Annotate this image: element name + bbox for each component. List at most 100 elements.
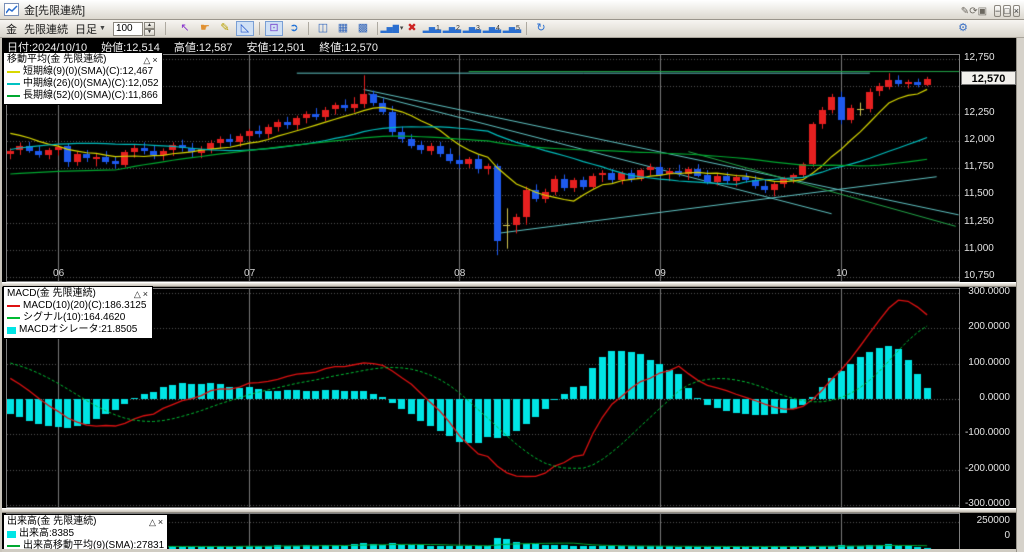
commodity-label[interactable]: 金 (6, 21, 17, 37)
price-axis-label: 12,750 (964, 52, 995, 63)
legend-item: 長期線(52)(0)(SMA)(C):11,866 (7, 90, 159, 102)
app-window: 金[先限連続] ✎⟳▣ − □ × 金 先限連続 日足 ▼ 100 ▲ ▼ ↖ ☛ ✎ ◺… (0, 0, 1024, 552)
icon-number-badge: 4 (496, 25, 500, 32)
legend-close-icon[interactable]: × (151, 54, 158, 66)
macd-legend-box[interactable]: MACD(金 先限連続) △ × MACD(10)(20)(C):186.3125 シグ… (3, 286, 153, 339)
x-axis-label: 07 (244, 268, 256, 279)
legend-title: MACD(金 先限連続) (7, 288, 96, 299)
macd-axis-label: 300.0000 (968, 286, 1010, 297)
pencil-tool-icon[interactable]: ✎ (216, 21, 234, 36)
x-axis-label: 08 (454, 268, 466, 279)
new-chart-window-icon[interactable]: ◫ (314, 21, 332, 36)
legend-item: 短期線(9)(0)(SMA)(C):12,467 (7, 66, 159, 78)
price-axis-label: 11,000 (964, 242, 994, 254)
macd-axis-label: 100.0000 (968, 356, 1010, 368)
legend-title: 出来高(金 先限連続) (7, 516, 97, 527)
remove-indicator-icon[interactable]: ✖ (403, 21, 421, 36)
toolbar-separator (376, 22, 378, 35)
crosshair-select-icon[interactable]: ⊡ (264, 21, 283, 36)
chart-area: 日付:2024/10/10 始値:12,514 高値:12,587 安値:12,501… (2, 38, 1016, 552)
legend-item: MACD(10)(20)(C):186.3125 (7, 300, 149, 312)
angle-tool-icon[interactable]: ◺ (235, 21, 254, 36)
spinner-steppers: ▲ ▼ (143, 21, 155, 36)
macd-axis-label: 200.0000 (968, 321, 1010, 333)
close-button[interactable]: × (1012, 4, 1020, 17)
settings-wrench-icon[interactable]: ⚙ (954, 21, 972, 36)
price-axis-label: 11,250 (964, 215, 994, 227)
indicator-preset-2-icon[interactable]: ▂▅▃ 2 (443, 21, 461, 36)
legend-collapse-icon[interactable]: △ (148, 516, 157, 528)
bar-count-input[interactable]: 100 (112, 21, 143, 36)
legend-collapse-icon[interactable]: △ (142, 54, 151, 66)
icon-number-badge: 2 (456, 25, 460, 32)
pane-splitter[interactable] (2, 282, 1016, 287)
legend-swatch (7, 95, 20, 97)
toolbar-right-group: ⚙ (954, 21, 972, 36)
info-close-label: 終値:12,570 (319, 42, 378, 54)
legend-swatch (7, 83, 20, 85)
window-controls: − □ × (992, 1, 1020, 19)
interval-dropdown[interactable]: 日足 ▼ (75, 21, 106, 37)
chevron-down-icon: ▼ (99, 25, 106, 32)
toolbar: 金 先限連続 日足 ▼ 100 ▲ ▼ ↖ ☛ ✎ ◺ ⊡ ➲ ◫ ▦ ▩ ▂▅▇ ▾ ✖ ▂▅▃ 1 ▂▅… (0, 20, 1024, 38)
legend-swatch (7, 530, 16, 538)
legend-swatch (7, 326, 16, 334)
cursor-tool-icon[interactable]: ↖ (176, 21, 194, 36)
legend-item-label: MACDオシレータ:21.8505 (19, 324, 138, 335)
maximize-button[interactable]: □ (1003, 4, 1011, 17)
app-icon (4, 3, 19, 16)
toolbar-separator (307, 22, 309, 35)
legend-swatch (7, 545, 20, 547)
window-right-border (1016, 38, 1024, 552)
spin-down-icon[interactable]: ▼ (143, 28, 155, 36)
grid-layout-icon[interactable]: ▩ (354, 21, 372, 36)
legend-title: 移動平均(金 先限連続) (7, 54, 107, 65)
volume-axis-label: 0 (1004, 530, 1010, 541)
legend-item-label: 長期線(52)(0)(SMA)(C):11,866 (23, 90, 158, 101)
toolbar-separator (525, 22, 527, 35)
refresh-icon[interactable]: ↻ (532, 21, 550, 36)
legend-header: 出来高(金 先限連続) △ × (7, 516, 164, 528)
legend-item: 中期線(26)(0)(SMA)(C):12,052 (7, 78, 159, 90)
pane-splitter[interactable] (2, 508, 1016, 513)
hand-tool-icon[interactable]: ☛ (196, 21, 214, 36)
icon-number-badge: 3 (476, 25, 480, 32)
feather-icon[interactable]: ✎ (961, 6, 969, 17)
legend-item-label: 短期線(9)(0)(SMA)(C):12,467 (23, 66, 154, 77)
icon-number-badge: 1 (436, 25, 440, 32)
price-axis-label: 10,750 (964, 270, 995, 281)
copy-window-icon[interactable]: ▣ (978, 6, 987, 17)
titlebar-tool-icons: ✎⟳▣ (961, 1, 987, 19)
bar-count-spinner[interactable]: 100 ▲ ▼ (112, 21, 155, 36)
sync-icon[interactable]: ⟳ (969, 6, 977, 17)
icon-number-badge: 5 (516, 25, 520, 32)
title-bar[interactable]: 金[先限連続] ✎⟳▣ − □ × (0, 0, 1024, 20)
legend-item-label: MACD(10)(20)(C):186.3125 (23, 300, 147, 311)
price-axis-label: 12,250 (964, 106, 995, 118)
x-axis-label: 06 (53, 268, 65, 279)
spin-up-icon[interactable]: ▲ (143, 21, 155, 29)
legend-close-icon[interactable]: × (157, 516, 164, 528)
indicator-preset-3-icon[interactable]: ▂▅▃ 3 (463, 21, 481, 36)
chart-type-icon[interactable]: ▂▅▇ ▾ (380, 21, 403, 36)
current-price-label: 12,570 (961, 70, 1016, 85)
quote-table-icon[interactable]: ▦ (334, 21, 352, 36)
indicator-preset-4-icon[interactable]: ▂▅▃ 4 (483, 21, 501, 36)
window-title: 金[先限連続] (24, 4, 86, 17)
scroll-latest-icon[interactable]: ➲ (285, 21, 303, 36)
x-axis-label: 10 (836, 268, 848, 279)
minimize-button[interactable]: − (994, 4, 1002, 17)
price-axis-label: 12,000 (964, 133, 995, 145)
ma-legend-box[interactable]: 移動平均(金 先限連続) △ × 短期線(9)(0)(SMA)(C):12,467 中期… (3, 52, 163, 105)
volume-axis-label: 250000 (976, 515, 1010, 526)
legend-item-label: シグナル(10):164.4620 (23, 312, 126, 323)
x-axis-label: 09 (654, 268, 666, 279)
macd-axis-label: -300.0000 (964, 497, 1010, 509)
legend-close-icon[interactable]: × (142, 288, 149, 300)
indicator-preset-1-icon[interactable]: ▂▅▃ 1 (423, 21, 441, 36)
contract-label[interactable]: 先限連続 (24, 21, 68, 37)
macd-axis-label: -200.0000 (964, 462, 1010, 474)
indicator-preset-5-icon[interactable]: ▂▅▃ 5 (503, 21, 521, 36)
legend-collapse-icon[interactable]: △ (133, 288, 142, 300)
volume-legend-box[interactable]: 出来高(金 先限連続) △ × 出来高:8385 出来高移動平均(9)(SMA):278… (3, 514, 169, 552)
